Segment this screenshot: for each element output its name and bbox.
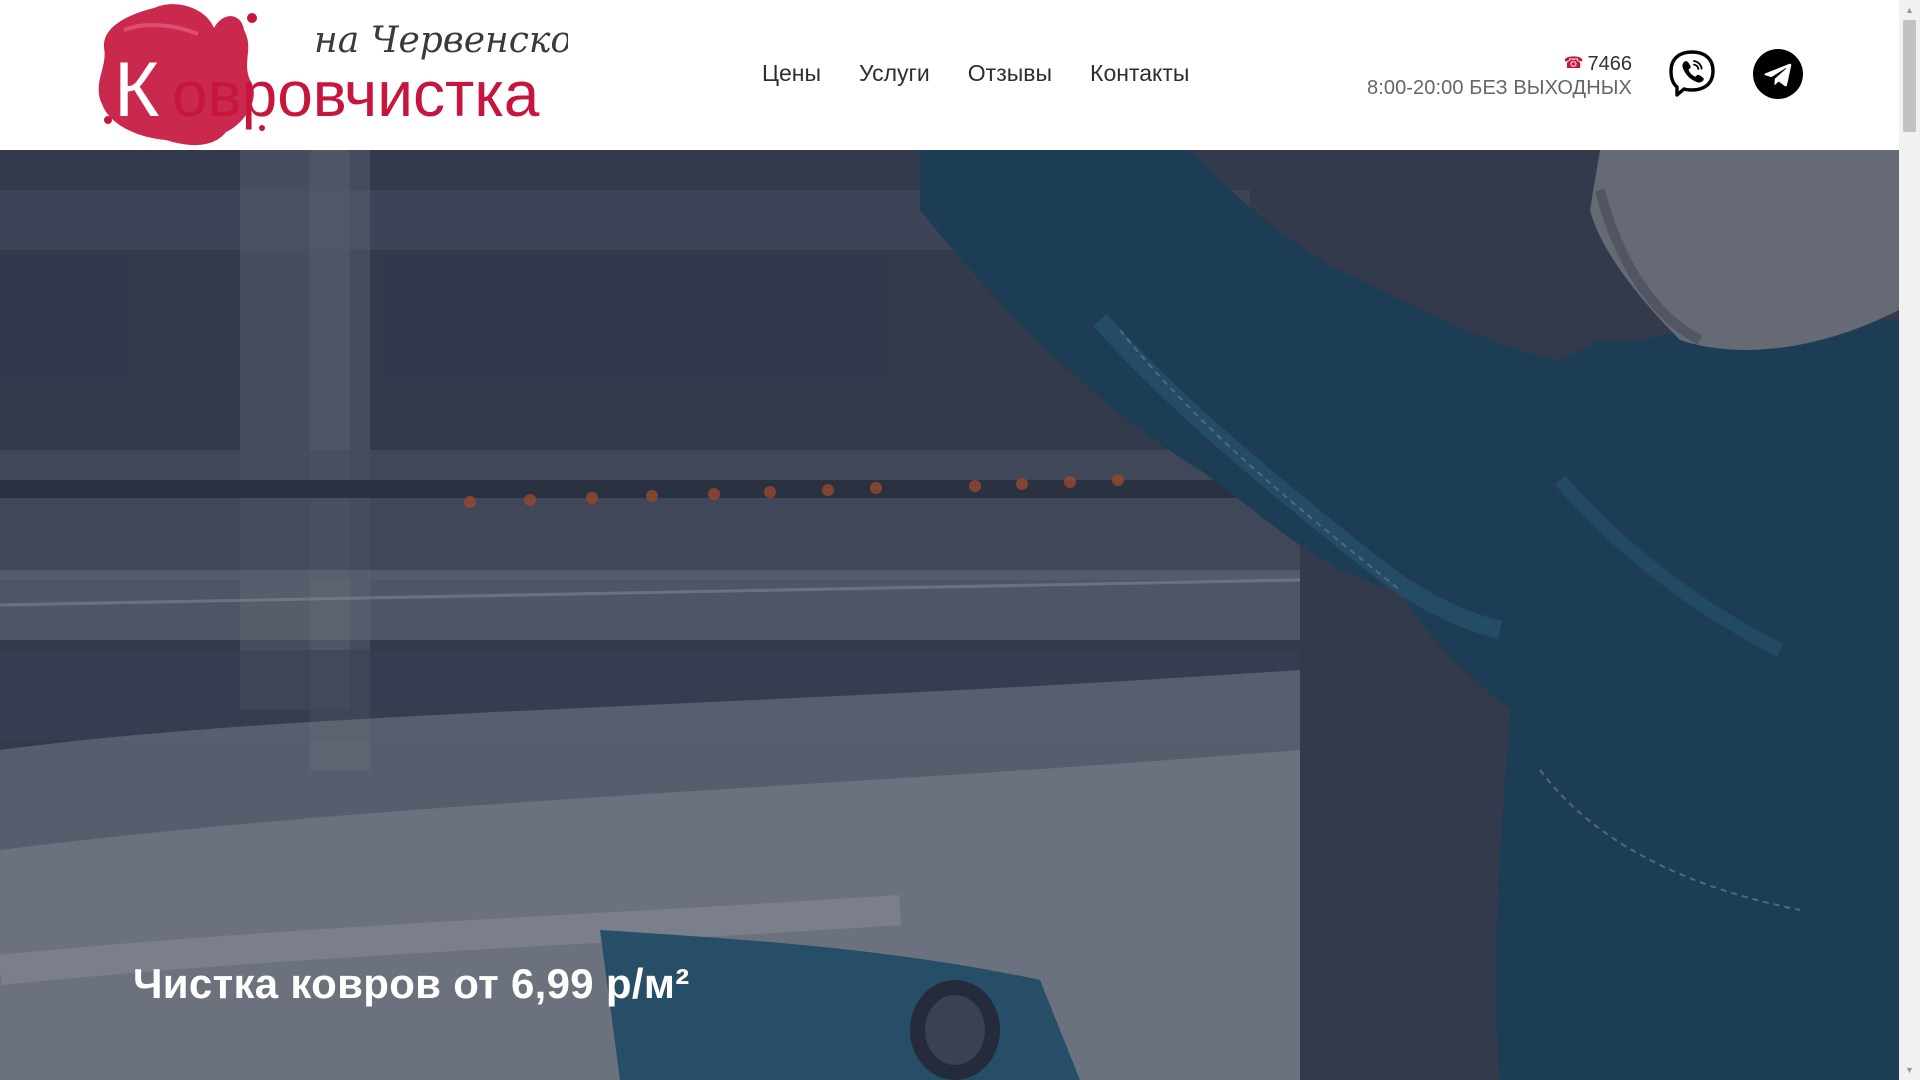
logo-link[interactable]: на Червенском К овровчистка [94,0,568,150]
telegram-button[interactable] [1753,49,1803,99]
phone-line[interactable]: ☎ 7466 [1367,52,1632,76]
scroll-thumb[interactable] [1903,20,1916,132]
page-scrollbar[interactable]: ▲ ▼ [1899,0,1920,1080]
nav-prices[interactable]: Цены [762,58,821,88]
telegram-icon [1764,63,1792,87]
hero-title: Чистка ковров от 6,99 р/м² [133,960,690,1007]
scroll-down-arrow-icon[interactable]: ▼ [1899,1062,1920,1078]
viber-icon [1669,50,1715,97]
site-header: на Червенском К овровчистка Цены Услуги … [0,0,1899,150]
nav-contacts[interactable]: Контакты [1090,58,1189,88]
phone-number[interactable]: 7466 [1588,52,1633,76]
scroll-up-arrow-icon[interactable]: ▲ [1899,2,1920,18]
viber-button[interactable] [1667,49,1717,99]
main-nav: Цены Услуги Отзывы Контакты [762,58,1189,88]
nav-reviews[interactable]: Отзывы [968,58,1052,88]
nav-services[interactable]: Услуги [859,58,930,88]
contact-info: ☎ 7466 8:00-20:00 БЕЗ ВЫХОДНЫХ [1367,52,1632,100]
working-hours: 8:00-20:00 БЕЗ ВЫХОДНЫХ [1366,77,1632,99]
hero-overlay [0,150,1899,1080]
hero-banner: Чистка ковров от 6,99 р/м² [0,150,1899,1080]
svg-text:овровчистка: овровчистка [172,58,540,130]
logo-image: на Червенском К овровчистка [98,4,568,146]
phone-icon: ☎ [1563,55,1584,72]
logo-tagline: на Червенском [314,20,568,61]
svg-text:К: К [114,45,159,133]
